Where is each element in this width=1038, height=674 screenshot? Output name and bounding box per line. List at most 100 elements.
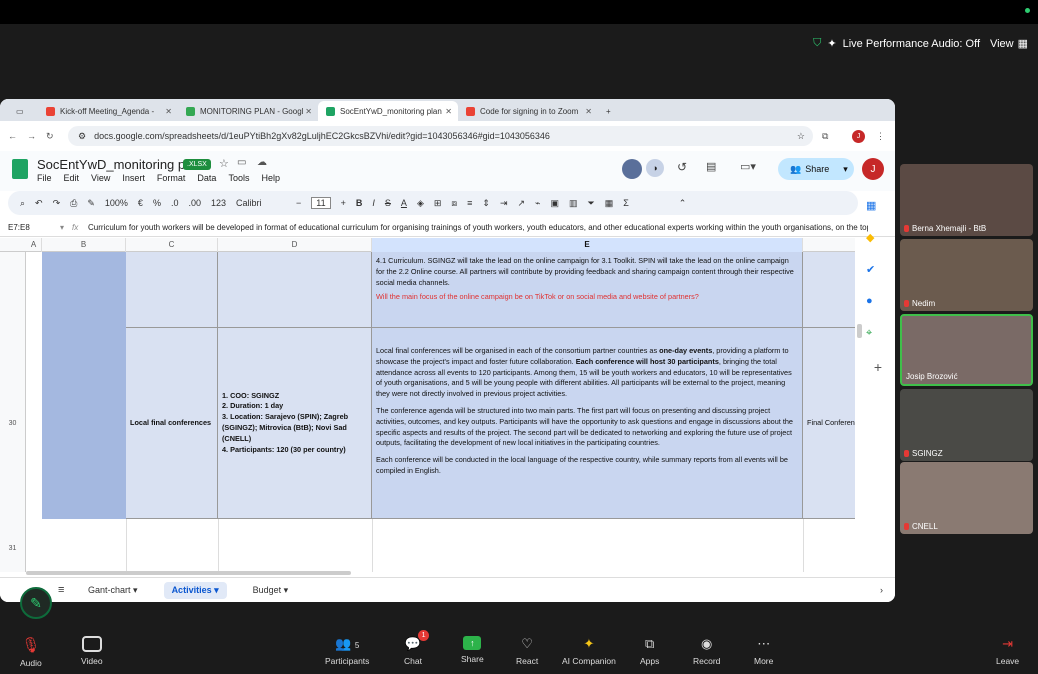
meet-icon[interactable]: ◑ xyxy=(646,159,664,177)
bookmark-star-icon[interactable]: ☆ xyxy=(797,131,805,142)
font-size-increase[interactable]: + xyxy=(341,198,346,208)
menu-view[interactable]: View xyxy=(91,173,110,183)
sheet-tab-activities[interactable]: Activities ▾ xyxy=(163,581,227,599)
contacts-icon[interactable]: ● xyxy=(866,295,890,327)
strikethrough-icon[interactable]: S xyxy=(385,198,391,208)
extensions-icon[interactable]: ⧉ xyxy=(822,131,828,142)
close-icon[interactable]: ✕ xyxy=(305,107,312,116)
menu-edit[interactable]: Edit xyxy=(64,173,80,183)
redo-icon[interactable]: ↷ xyxy=(53,198,61,209)
video-tile-cnell[interactable]: CNELL xyxy=(900,462,1033,534)
horizontal-scrollbar[interactable] xyxy=(26,571,351,575)
row-header-29[interactable] xyxy=(0,252,26,328)
bold-icon[interactable]: B xyxy=(356,198,363,208)
row-header-31[interactable]: 31 xyxy=(0,519,26,572)
sheet-tab-budget[interactable]: Budget ▾ xyxy=(253,585,289,596)
close-icon[interactable]: ✕ xyxy=(585,107,592,116)
cell-c29[interactable] xyxy=(126,252,218,328)
font-select[interactable]: Calibri xyxy=(236,198,286,208)
menu-tools[interactable]: Tools xyxy=(228,173,249,183)
cell-c30[interactable]: Local final conferences xyxy=(126,328,218,519)
undo-icon[interactable]: ↶ xyxy=(35,198,43,209)
zoom-select[interactable]: 100% xyxy=(105,198,128,208)
tab-agenda[interactable]: Kick-off Meeting_Agenda - ✕ xyxy=(38,101,178,121)
row-31[interactable] xyxy=(26,519,855,572)
live-audio-control[interactable]: ⛉ ✦ Live Performance Audio: Off xyxy=(813,37,980,50)
increase-decimal-button[interactable]: .00 xyxy=(188,198,201,208)
collapse-toolbar-icon[interactable]: ⌃ xyxy=(679,198,687,209)
col-header-b[interactable]: B xyxy=(42,238,126,252)
share-button[interactable]: 👥 Share ▾ xyxy=(778,158,854,180)
search-icon[interactable]: ⌕ xyxy=(20,198,25,209)
borders-icon[interactable]: ⊞ xyxy=(434,198,442,209)
collaborator-avatar[interactable] xyxy=(622,159,642,179)
apps-button[interactable]: ⧉ Apps xyxy=(640,636,659,666)
font-size-field[interactable]: 11 xyxy=(311,197,331,209)
doc-title[interactable]: SocEntYwD_monitoring plan xyxy=(37,157,202,172)
col-header-e[interactable]: E xyxy=(372,238,803,252)
name-box[interactable]: E7:E8 xyxy=(0,223,60,232)
cell-e29[interactable]: 4.1 Curriculum. SGINGZ will take the lea… xyxy=(372,252,803,328)
leave-button[interactable]: ⇥ Leave xyxy=(996,636,1019,666)
star-icon[interactable]: ☆ xyxy=(219,157,229,170)
rotate-icon[interactable]: ↗ xyxy=(518,198,526,209)
chevron-right-icon[interactable]: › xyxy=(880,585,883,595)
filter-views-icon[interactable]: ▦ xyxy=(605,198,614,209)
video-tile-berna[interactable]: Berna Xhemajli - BtB xyxy=(900,164,1033,236)
percent-button[interactable]: % xyxy=(153,198,161,208)
cell-f30[interactable]: Final Conferen xyxy=(803,328,855,519)
calendar-icon[interactable]: ▦ xyxy=(866,199,890,231)
menu-help[interactable]: Help xyxy=(261,173,280,183)
tab-socentywd[interactable]: SocEntYwD_monitoring plan ✕ xyxy=(318,101,458,121)
comment-icon[interactable]: ▤ xyxy=(706,160,716,173)
text-color-icon[interactable]: A xyxy=(401,198,407,208)
maps-icon[interactable]: ⌖ xyxy=(866,327,890,359)
currency-button[interactable]: € xyxy=(138,198,143,208)
forward-icon[interactable]: → xyxy=(27,131,36,141)
back-icon[interactable]: ← xyxy=(8,131,17,141)
menu-insert[interactable]: Insert xyxy=(122,173,145,183)
chevron-down-icon[interactable]: ▾ xyxy=(843,164,848,175)
annotate-pen-button[interactable]: ✎ xyxy=(20,587,52,619)
video-tile-josip[interactable]: Josip Brozović xyxy=(900,314,1033,386)
view-button[interactable]: View ▦ xyxy=(990,37,1028,51)
more-button[interactable]: ⋯ More xyxy=(754,636,773,666)
video-tile-sgingz[interactable]: SGINGZ xyxy=(900,389,1033,461)
url-field[interactable]: ⚙ docs.google.com/spreadsheets/d/1euPYti… xyxy=(68,126,813,146)
share-screen-button[interactable]: ↑ Share xyxy=(461,636,484,664)
italic-icon[interactable]: I xyxy=(372,198,375,208)
vertical-scrollbar[interactable] xyxy=(857,324,862,338)
tab-overview-button[interactable]: ▭ xyxy=(8,101,38,121)
align-icon[interactable]: ≡ xyxy=(467,198,472,208)
video-tile-nedim[interactable]: Nedim xyxy=(900,239,1033,311)
move-folder-icon[interactable]: ▭ xyxy=(237,157,246,168)
link-icon[interactable]: ⌁ xyxy=(535,198,540,209)
wrap-icon[interactable]: ⇥ xyxy=(500,198,508,209)
functions-icon[interactable]: Σ xyxy=(623,198,629,208)
cell-b-merged[interactable] xyxy=(42,252,126,519)
close-icon[interactable]: ✕ xyxy=(165,107,172,116)
reload-icon[interactable]: ↻ xyxy=(46,131,54,142)
tasks-icon[interactable]: ✔ xyxy=(866,263,890,295)
cell-f29[interactable] xyxy=(803,252,855,328)
profile-avatar[interactable]: J xyxy=(852,129,865,143)
valign-icon[interactable]: ⇕ xyxy=(482,198,490,209)
add-addon-icon[interactable]: + xyxy=(866,359,890,391)
record-button[interactable]: ◉ Record xyxy=(693,636,720,666)
merge-cells-icon[interactable]: ⧈ xyxy=(451,198,457,209)
all-sheets-icon[interactable]: ≡ xyxy=(58,584,64,596)
cell-d29[interactable] xyxy=(218,252,372,328)
fill-color-icon[interactable]: ◈ xyxy=(417,198,424,209)
print-icon[interactable]: ⎙ xyxy=(70,198,77,209)
menu-file[interactable]: File xyxy=(37,173,52,183)
ai-companion-button[interactable]: ✦ AI Companion xyxy=(562,636,616,666)
formula-input[interactable]: Curriculum for youth workers will be dev… xyxy=(88,223,868,232)
keep-icon[interactable]: ◆ xyxy=(866,231,890,263)
paint-format-icon[interactable]: ✎ xyxy=(87,198,95,209)
react-button[interactable]: ♡ React xyxy=(516,636,538,666)
participants-button[interactable]: 👥 5 Participants xyxy=(325,636,369,666)
audio-button[interactable]: 🎙 Audio xyxy=(20,636,42,668)
menu-kebab-icon[interactable]: ⋮ xyxy=(876,131,885,142)
chevron-down-icon[interactable]: ▾ xyxy=(60,223,72,232)
close-icon[interactable]: ✕ xyxy=(445,107,452,116)
